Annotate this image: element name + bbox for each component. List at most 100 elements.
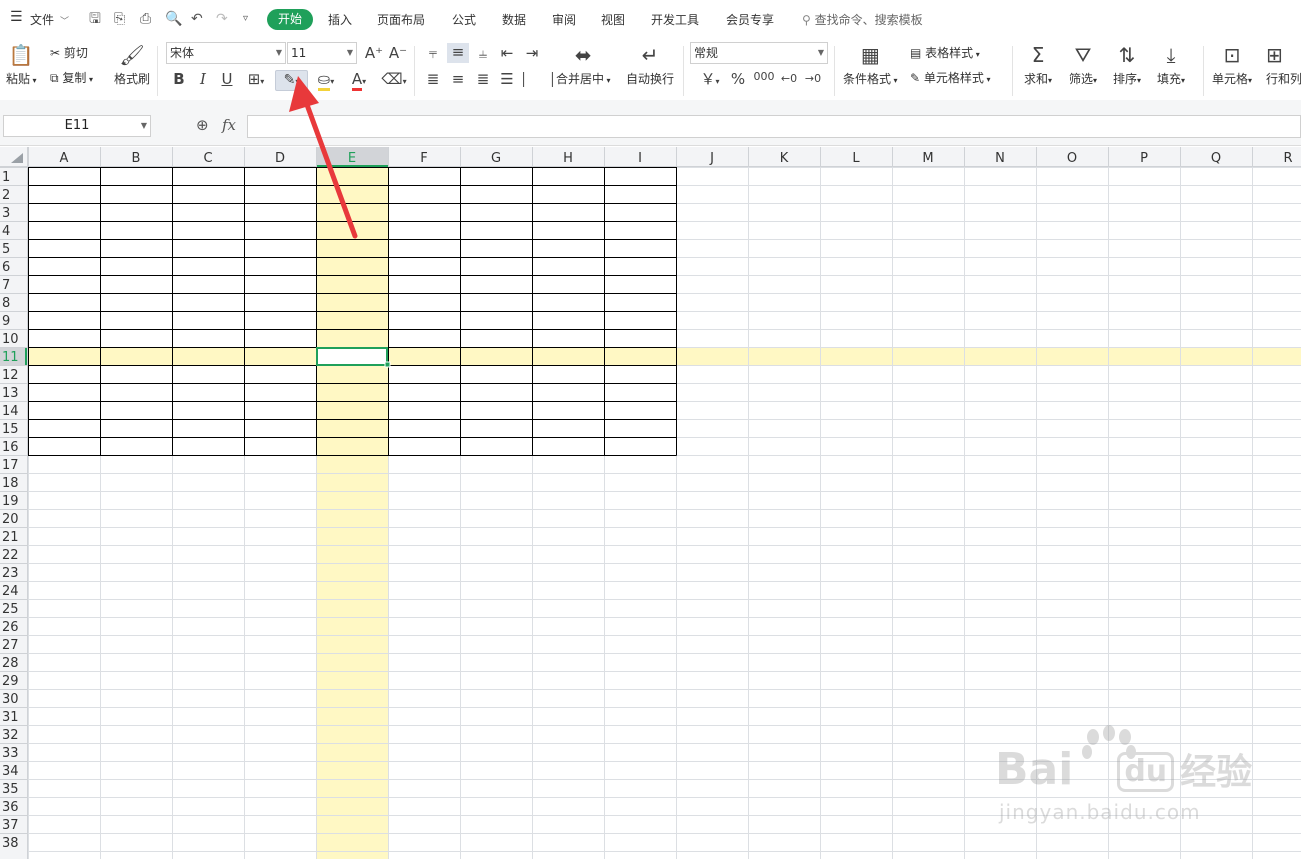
increase-decimal-icon[interactable]: ←0: [779, 70, 799, 88]
decrease-decimal-icon[interactable]: →0: [803, 70, 823, 88]
column-header-l[interactable]: L: [852, 151, 860, 166]
row-header-24[interactable]: 24: [2, 584, 19, 599]
number-format-select[interactable]: 常规 ▼: [690, 42, 828, 64]
copy-button[interactable]: ⧉ 复制 ▾: [50, 70, 93, 88]
row-header-1[interactable]: 1: [2, 170, 10, 185]
table-style-button[interactable]: ▤ 表格样式 ▾: [910, 45, 980, 63]
column-header-d[interactable]: D: [275, 151, 285, 166]
tab-developer[interactable]: 开发工具: [651, 11, 699, 28]
column-header-n[interactable]: N: [995, 151, 1005, 166]
column-header-e[interactable]: E: [348, 151, 356, 166]
highlight-rule-button[interactable]: ✎▾: [275, 70, 308, 91]
align-center-icon[interactable]: ≡: [449, 70, 467, 88]
format-painter-button[interactable]: 🖌 格式刷: [114, 42, 150, 87]
row-header-27[interactable]: 27: [2, 638, 19, 653]
row-header-20[interactable]: 20: [2, 512, 19, 527]
zoom-icon[interactable]: ⊕: [196, 116, 209, 134]
percent-button[interactable]: %: [729, 70, 747, 88]
justify-icon[interactable]: ☰: [498, 70, 516, 88]
row-header-26[interactable]: 26: [2, 620, 19, 635]
function-button[interactable]: fx: [222, 116, 236, 134]
name-box[interactable]: E11 ▼: [3, 115, 151, 137]
row-header-15[interactable]: 15: [2, 422, 19, 437]
row-header-31[interactable]: 31: [2, 710, 19, 725]
column-header-b[interactable]: B: [132, 151, 141, 166]
tab-formulas[interactable]: 公式: [452, 11, 476, 28]
sort-button[interactable]: ⇅ 排序▾: [1113, 42, 1141, 87]
cut-button[interactable]: ✂ 剪切: [50, 45, 88, 61]
column-header-c[interactable]: C: [203, 151, 212, 166]
increase-font-icon[interactable]: A⁺: [364, 44, 384, 62]
filter-button[interactable]: ⛛ 筛选▾: [1069, 42, 1097, 87]
thousands-separator-button[interactable]: 000: [752, 68, 776, 86]
font-name-select[interactable]: 宋体 ▼: [166, 42, 286, 64]
row-header-22[interactable]: 22: [2, 548, 19, 563]
redo-icon[interactable]: ↷: [216, 11, 228, 27]
formula-input[interactable]: [247, 115, 1301, 138]
row-header-28[interactable]: 28: [2, 656, 19, 671]
column-header-m[interactable]: M: [922, 151, 933, 166]
row-header-29[interactable]: 29: [2, 674, 19, 689]
fill-handle[interactable]: [384, 361, 391, 368]
row-header-13[interactable]: 13: [2, 386, 19, 401]
row-header-34[interactable]: 34: [2, 764, 19, 779]
row-header-8[interactable]: 8: [2, 296, 10, 311]
tab-page-layout[interactable]: 页面布局: [377, 11, 425, 28]
column-header-i[interactable]: I: [638, 151, 642, 166]
align-right-icon[interactable]: ≣: [474, 70, 492, 88]
customize-toolbar-icon[interactable]: ▿: [243, 11, 248, 27]
indent-decrease-icon[interactable]: ⇤: [498, 44, 516, 62]
align-top-icon[interactable]: ⫧: [424, 44, 442, 62]
tab-data[interactable]: 数据: [502, 11, 526, 28]
paste-button[interactable]: 📋 粘贴 ▾: [6, 42, 37, 87]
row-header-19[interactable]: 19: [2, 494, 19, 509]
tab-membership[interactable]: 会员专享: [726, 11, 774, 28]
print-icon[interactable]: ⎙: [140, 11, 151, 27]
wrap-text-button[interactable]: ↵ 自动换行: [626, 42, 674, 87]
column-header-h[interactable]: H: [563, 151, 573, 166]
column-header-j[interactable]: J: [709, 151, 714, 166]
active-cell[interactable]: [316, 347, 388, 366]
command-search[interactable]: ⚲ 查找命令、搜索模板: [802, 11, 923, 28]
tab-home[interactable]: 开始: [267, 9, 313, 30]
column-header-f[interactable]: F: [420, 151, 427, 166]
italic-button[interactable]: I: [194, 70, 212, 88]
eraser-icon[interactable]: ⌫▾: [380, 70, 408, 91]
row-header-4[interactable]: 4: [2, 224, 10, 239]
save-icon[interactable]: 🖫: [89, 11, 101, 27]
column-header-a[interactable]: A: [60, 151, 69, 166]
row-header-12[interactable]: 12: [2, 368, 19, 383]
row-header-3[interactable]: 3: [2, 206, 10, 221]
fill-color-icon[interactable]: ⛀▾: [312, 70, 340, 91]
currency-button[interactable]: ￥▾: [696, 70, 724, 91]
column-header-g[interactable]: G: [491, 151, 501, 166]
row-header-35[interactable]: 35: [2, 782, 19, 797]
row-header-5[interactable]: 5: [2, 242, 10, 257]
row-header-23[interactable]: 23: [2, 566, 19, 581]
column-header-r[interactable]: R: [1283, 151, 1292, 166]
merge-center-button[interactable]: ⬌ 合并居中 ▾: [556, 42, 611, 87]
tab-review[interactable]: 审阅: [552, 11, 576, 28]
column-header-o[interactable]: O: [1067, 151, 1077, 166]
cell-style-button[interactable]: ✎ 单元格样式 ▾: [910, 70, 990, 88]
row-header-21[interactable]: 21: [2, 530, 19, 545]
distribute-icon[interactable]: ⎸⎹: [523, 70, 553, 88]
align-middle-icon[interactable]: ≡: [447, 43, 469, 63]
row-header-10[interactable]: 10: [2, 332, 19, 347]
row-header-30[interactable]: 30: [2, 692, 19, 707]
undo-icon[interactable]: ↶: [191, 11, 203, 27]
hamburger-icon[interactable]: ☰: [10, 9, 23, 25]
cell-button[interactable]: ⊡ 单元格▾: [1212, 42, 1252, 87]
row-header-6[interactable]: 6: [2, 260, 10, 275]
sum-button[interactable]: Σ 求和▾: [1024, 42, 1052, 87]
bold-button[interactable]: B: [170, 70, 188, 88]
decrease-font-icon[interactable]: A⁻: [388, 44, 408, 62]
row-header-2[interactable]: 2: [2, 188, 10, 203]
row-header-18[interactable]: 18: [2, 476, 19, 491]
column-header-k[interactable]: K: [780, 151, 789, 166]
row-header-36[interactable]: 36: [2, 800, 19, 815]
column-header-p[interactable]: P: [1140, 151, 1148, 166]
file-menu[interactable]: 文件: [30, 11, 54, 28]
row-header-33[interactable]: 33: [2, 746, 19, 761]
font-size-select[interactable]: 11 ▼: [287, 42, 357, 64]
